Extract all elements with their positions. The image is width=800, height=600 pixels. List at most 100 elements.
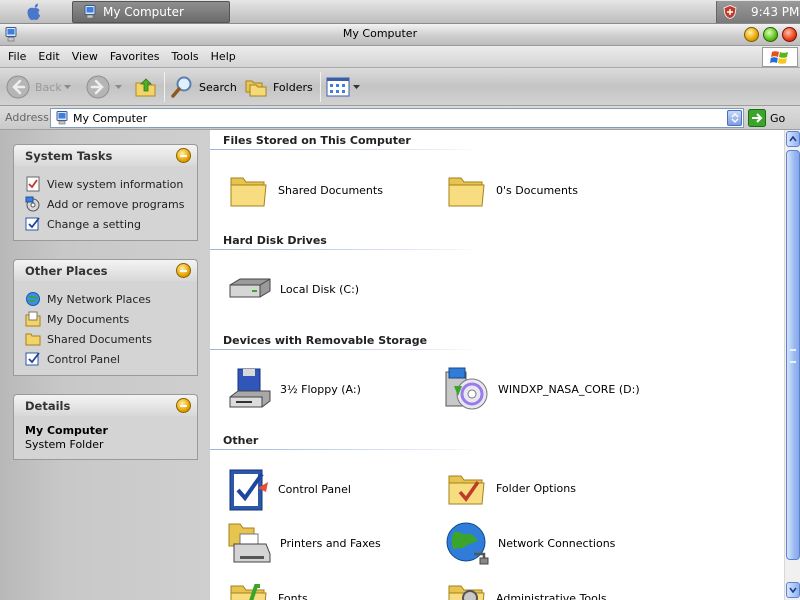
cd-drive-icon — [445, 367, 488, 410]
up-folder-button[interactable] — [134, 72, 158, 102]
scroll-thumb[interactable] — [786, 150, 800, 560]
group-header-files-stored: Files Stored on This Computer — [223, 134, 411, 147]
go-button[interactable]: Go — [748, 108, 785, 128]
scroll-up-button[interactable] — [786, 131, 800, 147]
task-label: Shared Documents — [47, 332, 152, 346]
place-control-panel[interactable]: Control Panel — [25, 349, 197, 369]
chevron-down-icon — [353, 84, 360, 89]
taskbar-button-my-computer[interactable]: My Computer — [72, 1, 230, 23]
task-label: Change a setting — [47, 217, 141, 231]
place-my-documents[interactable]: My Documents — [25, 309, 197, 329]
item-label: Administrative Tools — [496, 591, 607, 600]
windows-flag-icon — [770, 50, 788, 64]
item-control-panel[interactable]: Control Panel — [228, 466, 351, 512]
item-users-documents[interactable]: 0's Documents — [446, 170, 578, 210]
security-shield-icon[interactable] — [723, 5, 737, 19]
start-button[interactable] — [0, 0, 68, 24]
menu-file[interactable]: File — [2, 50, 32, 63]
item-administrative-tools[interactable]: Administrative Tools — [446, 578, 607, 600]
item-cd-drive-d[interactable]: WINDXP_NASA_CORE (D:) — [444, 366, 640, 412]
maximize-button[interactable] — [763, 27, 778, 42]
clock[interactable]: 9:43 PM — [751, 5, 799, 19]
item-floppy-a[interactable]: 3½ Floppy (A:) — [226, 367, 361, 411]
chevron-down-icon — [731, 113, 738, 123]
item-fonts[interactable]: Fonts — [228, 578, 308, 600]
chevron-down-icon — [64, 84, 71, 89]
menu-edit[interactable]: Edit — [32, 50, 65, 63]
task-label: Control Panel — [47, 352, 120, 366]
system-info-icon — [26, 176, 40, 192]
up-folder-icon — [135, 78, 156, 97]
details-type: System Folder — [25, 438, 104, 451]
control-panel-icon — [229, 469, 268, 511]
my-documents-icon — [25, 311, 41, 327]
system-tray: 9:43 PM — [716, 1, 800, 23]
menu-help[interactable]: Help — [205, 50, 242, 63]
menu-favorites[interactable]: Favorites — [104, 50, 166, 63]
folders-icon — [245, 80, 267, 97]
content-area: Files Stored on This Computer Shared Doc… — [210, 130, 784, 600]
toolbar-separator — [320, 72, 321, 102]
group-header-removable-storage: Devices with Removable Storage — [223, 334, 428, 347]
item-label: WINDXP_NASA_CORE (D:) — [498, 382, 640, 396]
item-printers-and-faxes[interactable]: Printers and Faxes — [226, 520, 381, 566]
forward-dropdown[interactable] — [115, 72, 122, 102]
address-input[interactable]: My Computer — [50, 108, 744, 128]
forward-button[interactable] — [86, 72, 110, 102]
item-folder-options[interactable]: Folder Options — [446, 468, 576, 508]
details-header[interactable]: Details — [13, 394, 198, 416]
collapse-button[interactable] — [176, 263, 191, 278]
item-label: 3½ Floppy (A:) — [280, 382, 361, 396]
system-tasks-header[interactable]: System Tasks — [13, 144, 198, 166]
back-dropdown[interactable] — [64, 72, 71, 102]
floppy-drive-icon — [229, 368, 271, 408]
window-title: My Computer — [342, 27, 418, 40]
item-network-connections[interactable]: Network Connections — [444, 520, 615, 566]
menu-view[interactable]: View — [66, 50, 104, 63]
close-button[interactable] — [782, 27, 797, 42]
system-tasks-title: System Tasks — [25, 148, 113, 163]
chevron-down-icon — [789, 587, 797, 593]
menu-tools[interactable]: Tools — [166, 50, 205, 63]
printer-icon — [228, 523, 271, 563]
hard-disk-icon — [229, 278, 271, 298]
group-divider — [210, 349, 480, 350]
computer-icon — [84, 5, 96, 19]
task-view-system-information[interactable]: View system information — [25, 174, 197, 194]
toolbar-separator — [164, 72, 165, 102]
item-local-disk-c[interactable]: Local Disk (C:) — [226, 269, 359, 309]
item-label: Printers and Faxes — [280, 536, 381, 550]
other-places-title: Other Places — [25, 263, 108, 278]
minimize-button[interactable] — [744, 27, 759, 42]
search-button[interactable]: Search — [170, 72, 237, 102]
place-shared-documents[interactable]: Shared Documents — [25, 329, 197, 349]
back-button[interactable]: Back — [6, 72, 62, 102]
add-remove-programs-icon — [25, 196, 40, 212]
task-change-setting[interactable]: Change a setting — [25, 214, 197, 234]
folder-icon — [230, 177, 267, 207]
apple-icon — [27, 3, 41, 20]
folders-label: Folders — [273, 80, 313, 94]
group-divider — [210, 149, 480, 150]
network-places-icon — [26, 292, 40, 306]
item-label: 0's Documents — [496, 183, 578, 197]
collapse-button[interactable] — [176, 148, 191, 163]
place-my-network-places[interactable]: My Network Places — [25, 289, 197, 309]
task-add-remove-programs[interactable]: Add or remove programs — [25, 194, 197, 214]
group-divider — [210, 249, 480, 250]
folders-button[interactable]: Folders — [244, 72, 313, 102]
vertical-scrollbar[interactable] — [784, 130, 800, 600]
windows-logo — [762, 47, 798, 67]
scroll-down-button[interactable] — [786, 582, 800, 598]
task-label: Add or remove programs — [47, 197, 185, 211]
group-header-other: Other — [223, 434, 259, 447]
title-bar[interactable]: My Computer — [0, 24, 800, 46]
item-shared-documents[interactable]: Shared Documents — [228, 170, 383, 210]
views-button[interactable] — [326, 72, 360, 102]
computer-icon — [56, 111, 68, 125]
address-dropdown-button[interactable] — [727, 110, 742, 126]
address-label: Address — [5, 111, 49, 124]
other-places-header[interactable]: Other Places — [13, 259, 198, 281]
item-label: Shared Documents — [278, 183, 383, 197]
collapse-button[interactable] — [176, 398, 191, 413]
